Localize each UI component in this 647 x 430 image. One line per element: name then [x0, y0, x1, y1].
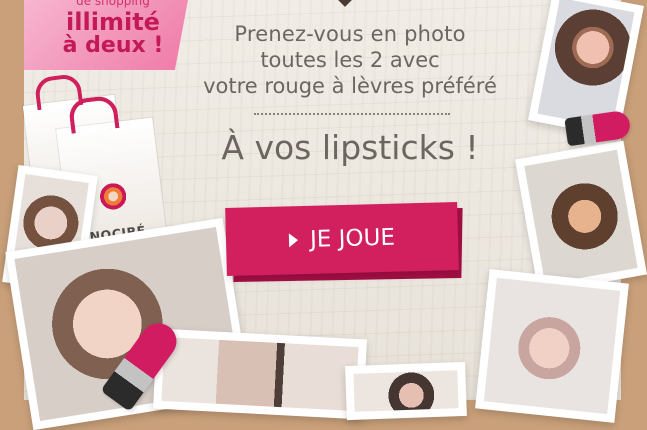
polaroid-photo-6	[345, 361, 467, 421]
headline-line-2: toutes les 2 avec	[260, 48, 440, 72]
promo-line-2: illimité	[66, 8, 160, 36]
photo-image	[537, 0, 635, 129]
polaroid-photo-2	[515, 140, 647, 294]
headline-line-1: Prenez-vous en photo	[234, 22, 466, 46]
dotted-divider	[254, 113, 450, 115]
headline-line-3: votre rouge à lèvres préféré	[203, 74, 497, 98]
play-icon	[288, 233, 299, 248]
photo-image	[524, 149, 638, 285]
play-button-label: JE JOUE	[309, 224, 396, 253]
play-button[interactable]: JE JOUE	[225, 201, 459, 277]
slogan: À vos lipsticks !	[221, 128, 479, 167]
photo-image	[353, 370, 459, 412]
promo-line-1: de shopping	[76, 0, 150, 8]
promo-line-3: à deux !	[62, 33, 164, 58]
polaroid-photo-5	[153, 328, 367, 420]
photo-image	[483, 277, 621, 415]
